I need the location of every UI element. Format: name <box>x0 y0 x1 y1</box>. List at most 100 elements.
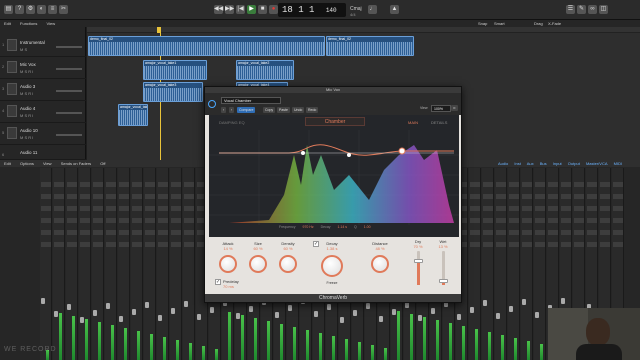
strip-slot[interactable] <box>600 218 610 223</box>
channel-strip[interactable] <box>92 168 104 360</box>
strip-slot[interactable] <box>574 206 584 211</box>
filter-inst[interactable]: Inst <box>514 161 520 166</box>
strip-slot[interactable] <box>561 194 571 199</box>
channel-fader[interactable] <box>158 315 162 321</box>
filter-output[interactable]: Output <box>568 161 580 166</box>
strip-slot[interactable] <box>171 194 181 199</box>
metronome-icon[interactable]: ▲ <box>390 5 399 14</box>
strip-slot[interactable] <box>54 230 64 235</box>
track-name[interactable]: Audio 11 <box>20 150 37 155</box>
strip-slot[interactable] <box>41 206 51 211</box>
channel-fader[interactable] <box>470 307 474 313</box>
channel-fader[interactable] <box>119 316 123 322</box>
strip-slot[interactable] <box>106 218 116 223</box>
dry-slider[interactable] <box>414 251 423 285</box>
strip-slot[interactable] <box>600 194 610 199</box>
decay-knob[interactable] <box>321 255 343 277</box>
channel-fader[interactable] <box>340 317 344 323</box>
channel-fader[interactable] <box>106 303 110 309</box>
strip-slot[interactable] <box>132 206 142 211</box>
time-signature[interactable]: 4/4 <box>350 12 356 17</box>
strip-slot[interactable] <box>93 230 103 235</box>
help-icon[interactable]: ? <box>15 5 24 14</box>
strip-slot[interactable] <box>54 218 64 223</box>
strip-slot[interactable] <box>522 194 532 199</box>
previous-preset-button[interactable]: ‹ <box>221 107 227 113</box>
filter-master-vca[interactable]: Master/VCA <box>586 161 608 166</box>
strip-slot[interactable] <box>535 206 545 211</box>
audio-region[interactable]: amajor_vocal_take5 <box>118 104 148 126</box>
strip-slot[interactable] <box>158 230 168 235</box>
channel-strip[interactable] <box>534 168 546 360</box>
tuner-icon[interactable]: ♩ <box>368 5 377 14</box>
library-icon[interactable]: ▤ <box>4 5 13 14</box>
strip-slot[interactable] <box>561 206 571 211</box>
strip-slot[interactable] <box>41 194 51 199</box>
channel-strip[interactable] <box>469 168 481 360</box>
strip-slot[interactable] <box>496 230 506 235</box>
channel-fader[interactable] <box>132 309 136 315</box>
filter-audio[interactable]: Audio <box>498 161 508 166</box>
strip-slot[interactable] <box>561 230 571 235</box>
strip-slot[interactable] <box>158 218 168 223</box>
rewind-button[interactable]: ◀◀ <box>214 5 223 14</box>
strip-slot[interactable] <box>171 206 181 211</box>
strip-slot[interactable] <box>132 242 142 247</box>
channel-fader[interactable] <box>197 314 201 320</box>
channel-strip[interactable] <box>144 168 156 360</box>
attack-knob[interactable] <box>219 255 237 273</box>
strip-slot[interactable] <box>613 182 623 187</box>
notepad-icon[interactable]: ✎ <box>577 5 586 14</box>
channel-strip[interactable] <box>482 168 494 360</box>
strip-slot[interactable] <box>93 242 103 247</box>
strip-slot[interactable] <box>548 194 558 199</box>
channel-fader[interactable] <box>509 306 513 312</box>
strip-slot[interactable] <box>561 218 571 223</box>
strip-slot[interactable] <box>106 230 116 235</box>
strip-slot[interactable] <box>80 182 90 187</box>
channel-fader[interactable] <box>93 310 97 316</box>
strip-slot[interactable] <box>574 218 584 223</box>
strip-slot[interactable] <box>613 206 623 211</box>
strip-slot[interactable] <box>67 218 77 223</box>
channel-fader[interactable] <box>41 298 45 304</box>
strip-slot[interactable] <box>548 218 558 223</box>
strip-slot[interactable] <box>561 182 571 187</box>
channel-strip[interactable] <box>157 168 169 360</box>
track-buttons[interactable]: M S R I <box>20 91 33 96</box>
strip-slot[interactable] <box>535 242 545 247</box>
strip-slot[interactable] <box>80 230 90 235</box>
strip-slot[interactable] <box>41 218 51 223</box>
play-button[interactable]: ▶ <box>247 5 256 14</box>
strip-slot[interactable] <box>470 182 480 187</box>
channel-fader[interactable] <box>457 314 461 320</box>
go-to-start-button[interactable]: |◀ <box>236 5 245 14</box>
strip-slot[interactable] <box>93 194 103 199</box>
strip-slot[interactable] <box>509 182 519 187</box>
strip-slot[interactable] <box>535 194 545 199</box>
strip-slot[interactable] <box>522 230 532 235</box>
track-volume-slider[interactable] <box>56 46 82 48</box>
strip-slot[interactable] <box>587 230 597 235</box>
menu-functions[interactable]: Functions <box>20 21 37 26</box>
strip-slot[interactable] <box>184 230 194 235</box>
paste-button[interactable]: Paste <box>277 107 290 113</box>
compare-button[interactable]: Compare <box>237 107 256 113</box>
filter-midi[interactable]: MIDI <box>614 161 622 166</box>
strip-slot[interactable] <box>184 182 194 187</box>
strip-slot[interactable] <box>561 242 571 247</box>
strip-slot[interactable] <box>509 218 519 223</box>
channel-fader[interactable] <box>80 317 84 323</box>
strip-slot[interactable] <box>119 206 129 211</box>
strip-slot[interactable] <box>548 206 558 211</box>
strip-slot[interactable] <box>509 194 519 199</box>
power-icon[interactable] <box>208 100 216 108</box>
strip-slot[interactable] <box>587 182 597 187</box>
strip-slot[interactable] <box>470 218 480 223</box>
strip-slot[interactable] <box>54 194 64 199</box>
strip-slot[interactable] <box>41 242 51 247</box>
dry-slider-handle[interactable] <box>414 259 423 264</box>
freeze-button[interactable]: Freeze <box>317 281 347 285</box>
strip-slot[interactable] <box>184 218 194 223</box>
channel-strip[interactable] <box>183 168 195 360</box>
